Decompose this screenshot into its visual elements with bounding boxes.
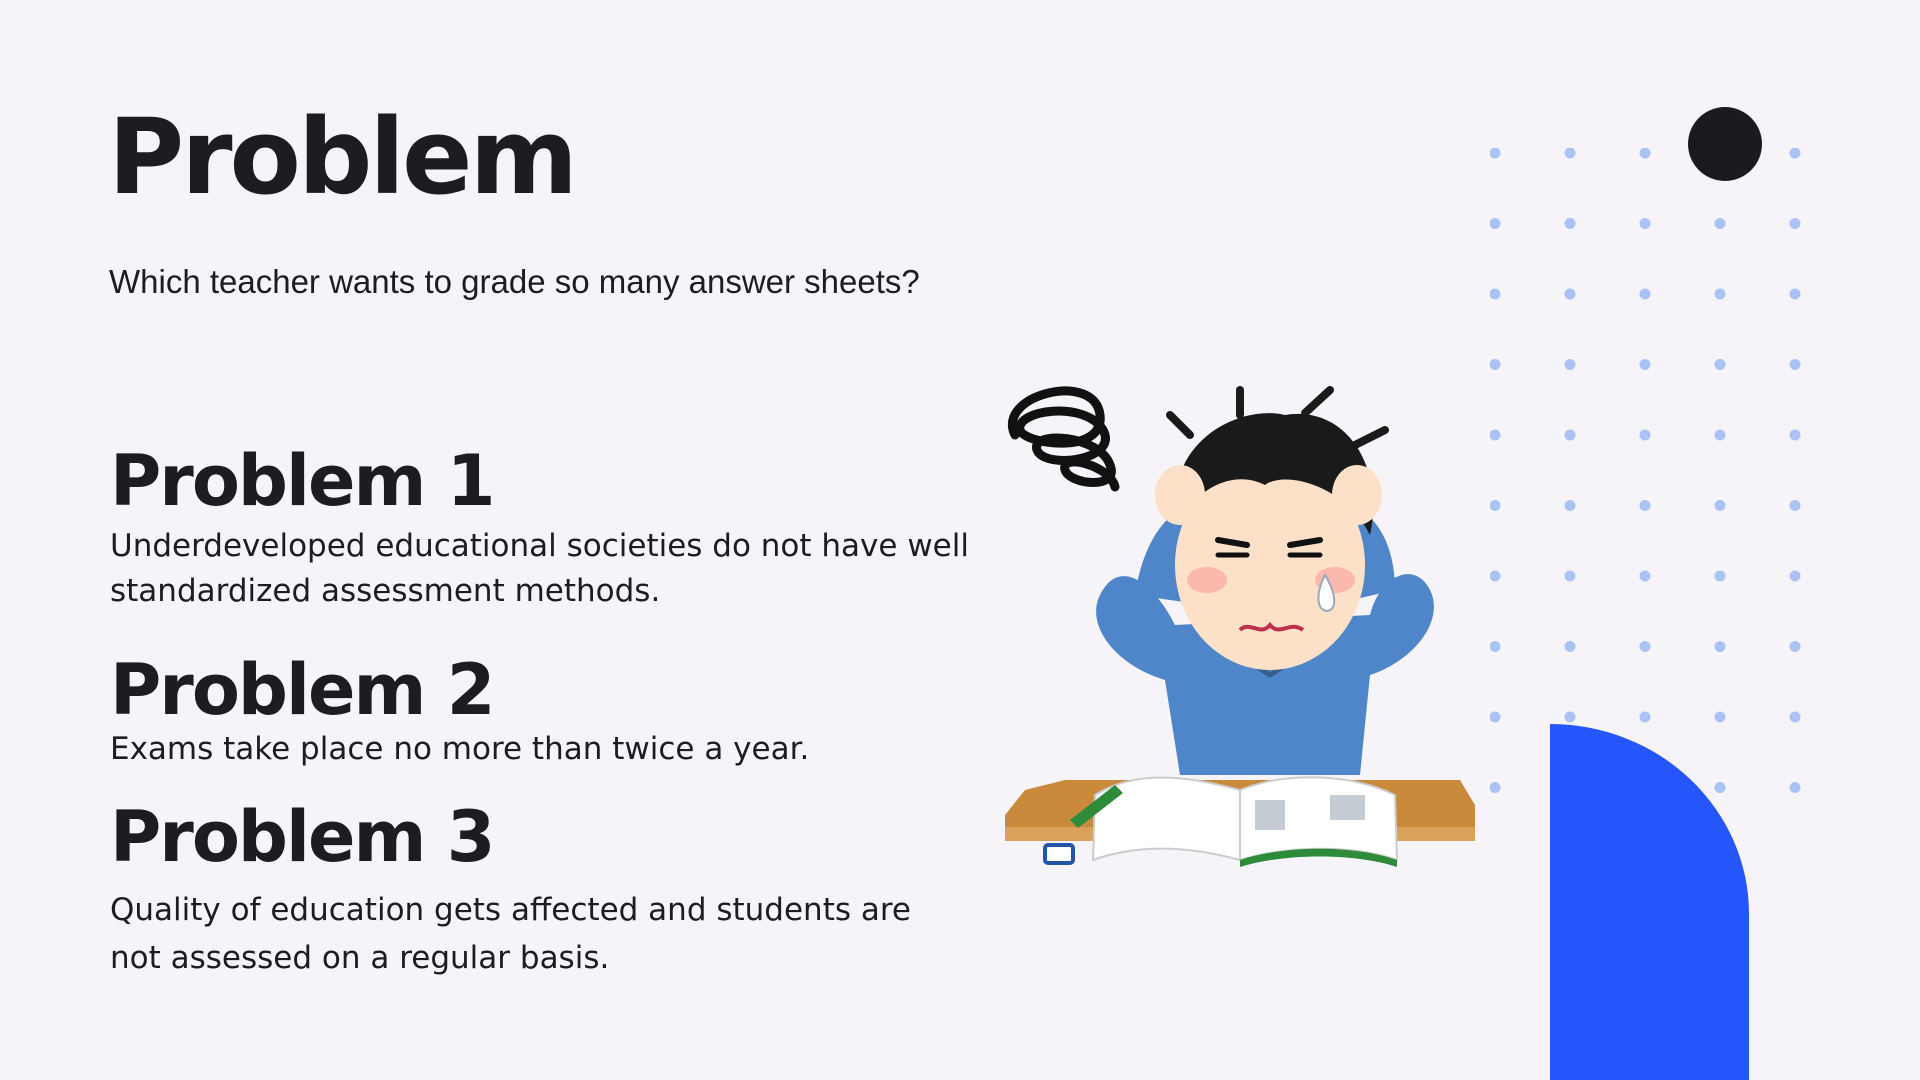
problem-3-heading: Problem 3 [110,796,496,878]
grid-dot [1564,359,1576,370]
problem-2-heading: Problem 2 [110,649,496,731]
problem-1-text: Underdeveloped educational societies do … [110,528,969,609]
problem-3-block: Problem 3 Quality of education gets affe… [110,802,970,982]
problem-2-text: Exams take place no more than twice a ye… [110,731,810,767]
grid-dot [1564,711,1576,723]
problem-1-block: Problem 1 Underdeveloped educational soc… [110,446,970,614]
grid-dot [1789,641,1801,652]
grid-dot [1564,500,1576,511]
grid-dot [1714,429,1726,441]
grid-dot [1714,570,1726,582]
black-circle-decoration [1688,107,1762,181]
grid-dot [1639,359,1651,370]
grid-dot [1714,641,1726,652]
grid-dot [1789,359,1801,370]
grid-dot [1639,711,1651,723]
grid-dot [1714,359,1726,370]
grid-dot [1714,218,1726,229]
grid-dot [1789,711,1801,723]
grid-dot [1714,782,1726,793]
problem-2-block: Problem 2 Exams take place no more than … [110,655,970,772]
grid-dot [1490,359,1501,370]
grid-dot [1639,429,1651,441]
grid-dot [1714,288,1726,300]
grid-dot [1789,288,1801,300]
grid-dot [1564,429,1576,441]
grid-dot [1789,148,1801,159]
grid-dot [1639,288,1651,300]
grid-dot [1564,570,1576,582]
grid-dot [1789,218,1801,229]
grid-dot [1639,500,1651,511]
grid-dot [1564,218,1576,229]
grid-dot [1490,218,1501,229]
grid-dot [1714,500,1726,511]
page-title: Problem [108,96,578,218]
grid-dot [1789,570,1801,582]
grid-dot [1789,429,1801,441]
grid-dot [1639,570,1651,582]
page-subtitle: Which teacher wants to grade so many ans… [109,263,920,300]
grid-dot [1639,218,1651,229]
grid-dot [1564,288,1576,300]
grid-dot [1564,641,1576,652]
grid-dot [1789,500,1801,511]
grid-dot [1789,782,1801,793]
problem-1-heading: Problem 1 [110,440,496,522]
grid-dot [1490,288,1501,300]
grid-dot [1639,641,1651,652]
grid-dot [1639,148,1651,159]
grid-dot [1714,711,1726,723]
slide: Problem Which teacher wants to grade so … [0,0,1920,1080]
grid-dot [1564,148,1576,159]
stressed-student-at-desk-icon [1005,386,1475,867]
dot-grid-decoration [1490,148,1801,793]
grid-dot [1490,148,1501,159]
problem-3-text: Quality of education gets affected and s… [110,892,911,976]
